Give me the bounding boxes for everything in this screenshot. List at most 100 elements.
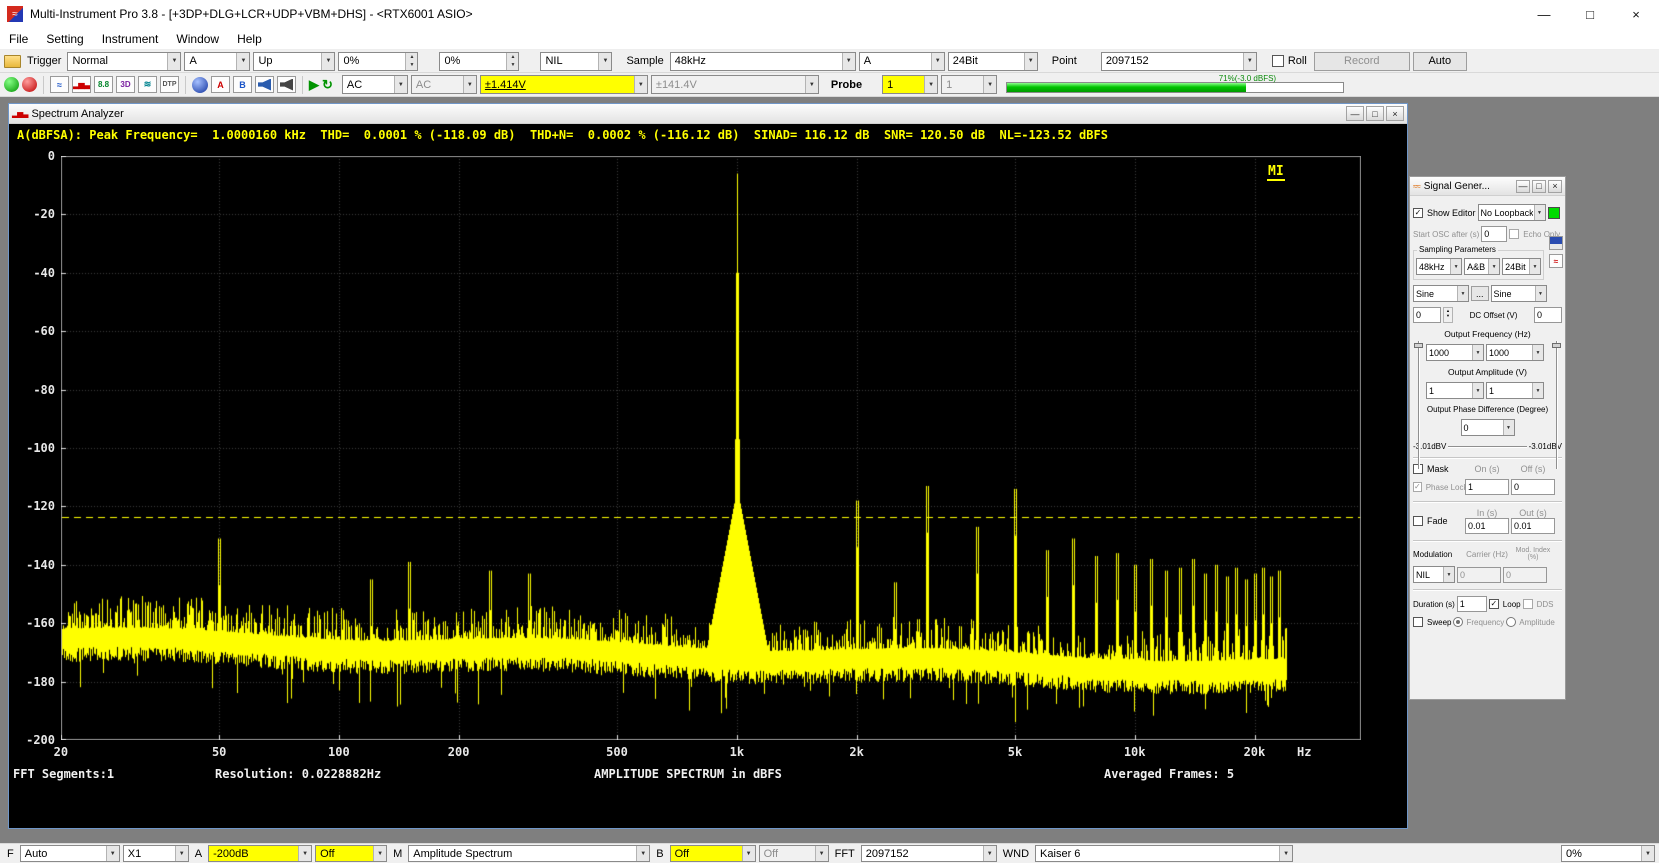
view-mode-select[interactable]: Amplitude Spectrum▼ [408, 845, 650, 862]
mask-on-input[interactable]: 1 [1465, 479, 1509, 495]
menu-instrument[interactable]: Instrument [93, 28, 168, 49]
waveform-a-select[interactable]: Sine▼ [1413, 285, 1469, 302]
dc-offset-spinner[interactable]: ▲▼ [1443, 307, 1453, 323]
menu-setting[interactable]: Setting [37, 28, 92, 49]
menu-help[interactable]: Help [228, 28, 271, 49]
minimize-icon[interactable]: — [1346, 106, 1364, 121]
duration-input[interactable]: 1 [1457, 596, 1487, 612]
data-logger-icon[interactable]: ≋ [138, 76, 157, 93]
phase-lock-checkbox[interactable]: ✓Phase Lock [1413, 482, 1463, 492]
b-mode-select[interactable]: Off▼ [759, 845, 829, 862]
sg-bits-select[interactable]: 24Bit▼ [1502, 258, 1541, 275]
overlap-select[interactable]: 0%▼ [1561, 845, 1655, 862]
spin-up-icon[interactable]: ▲ [406, 53, 417, 62]
loopback-select[interactable]: No Loopback▼ [1478, 204, 1546, 221]
minimize-icon[interactable]: — [1521, 0, 1567, 28]
close-icon[interactable]: × [1386, 106, 1404, 121]
spin-down-icon[interactable]: ▼ [406, 61, 417, 70]
start-osc-input[interactable]: 0 [1481, 226, 1507, 242]
oscilloscope-icon[interactable]: ≈ [50, 76, 69, 93]
probe-b-select[interactable]: 1▼ [941, 75, 997, 94]
trigger-mode-select[interactable]: Normal▼ [67, 52, 181, 71]
level-slider-a[interactable] [1414, 341, 1423, 469]
range-b-select[interactable]: ±141.4V▼ [651, 75, 819, 94]
stop-icon[interactable] [22, 77, 37, 92]
dc-offset-b-input[interactable]: 0 [1534, 307, 1562, 323]
play-icon[interactable]: ▶ [309, 77, 319, 93]
spin-down-icon[interactable]: ▼ [1444, 313, 1452, 318]
trigger-edge-select[interactable]: Up▼ [253, 52, 335, 71]
record-button[interactable]: Record [1314, 52, 1410, 71]
sweep-checkbox[interactable]: Sweep [1413, 617, 1451, 627]
waveform-b-select[interactable]: Sine▼ [1491, 285, 1547, 302]
loop-checkbox[interactable]: ✓Loop [1489, 599, 1521, 609]
maximize-icon[interactable]: □ [1366, 106, 1384, 121]
save-icon[interactable] [1549, 236, 1563, 250]
multimeter-icon[interactable]: 8.8 [94, 76, 113, 93]
a-mode-select[interactable]: Off▼ [315, 845, 387, 862]
phase-combo[interactable]: 0▼ [1461, 419, 1515, 436]
fade-in-input[interactable]: 0.01 [1465, 518, 1509, 534]
frequency-a-combo[interactable]: 1000▼ [1426, 344, 1484, 361]
maximize-icon[interactable]: □ [1532, 180, 1546, 193]
maximize-icon[interactable]: □ [1567, 0, 1613, 28]
coupling-a-select[interactable]: AC▼ [342, 75, 408, 94]
close-icon[interactable]: × [1613, 0, 1659, 28]
device-test-plan-icon[interactable]: DTP [160, 76, 179, 93]
bit-depth-select[interactable]: 24Bit▼ [948, 52, 1038, 71]
sample-channel-select[interactable]: A▼ [859, 52, 945, 71]
show-editor-checkbox[interactable]: ✓Show Editor [1413, 208, 1476, 218]
level-slider-b[interactable] [1552, 341, 1561, 469]
spin-up-icon[interactable]: ▲ [507, 53, 518, 62]
dc-offset-a-input[interactable]: 0 [1413, 307, 1441, 323]
spectrum-window-titlebar[interactable]: ▂▅▃ Spectrum Analyzer — □ × [9, 104, 1407, 124]
slider-thumb[interactable] [1414, 343, 1423, 348]
monitor-input-a-icon[interactable] [255, 76, 274, 93]
modulation-type-select[interactable]: NIL▼ [1413, 566, 1455, 583]
dds-checkbox[interactable]: DDS [1523, 599, 1554, 609]
generator-on-indicator[interactable] [1548, 207, 1560, 219]
a-range-select[interactable]: -200dB▼ [208, 845, 312, 862]
amplitude-b-combo[interactable]: 1▼ [1486, 382, 1544, 399]
open-file-icon[interactable] [4, 55, 21, 68]
sample-rate-select[interactable]: 48kHz▼ [670, 52, 856, 71]
spectrum-analyzer-icon[interactable]: ▂▅▃ [72, 76, 91, 93]
auto-restart-icon[interactable]: ↻ [322, 77, 333, 93]
fft-size-select[interactable]: 2097152▼ [861, 845, 997, 862]
mod-index-input[interactable]: 0 [1503, 567, 1547, 583]
menu-file[interactable]: File [0, 28, 37, 49]
slider-thumb[interactable] [1552, 343, 1561, 348]
fade-out-input[interactable]: 0.01 [1511, 518, 1555, 534]
frequency-b-combo[interactable]: 1000▼ [1486, 344, 1544, 361]
run-icon[interactable] [4, 77, 19, 92]
minimize-icon[interactable]: — [1516, 180, 1530, 193]
signal-generator-titlebar[interactable]: ≈≈ Signal Gener... — □ × [1410, 177, 1565, 196]
mask-off-input[interactable]: 0 [1511, 479, 1555, 495]
autoscale-b-icon[interactable]: B [233, 76, 252, 93]
more-waveforms-button[interactable]: ... [1471, 286, 1489, 301]
sweep-amplitude-radio[interactable]: Amplitude [1506, 617, 1555, 627]
sound-output-icon[interactable] [277, 76, 296, 93]
menu-window[interactable]: Window [167, 28, 228, 49]
carrier-input[interactable]: 0 [1457, 567, 1501, 583]
trigger-source-select[interactable]: A▼ [184, 52, 250, 71]
window-function-select[interactable]: Kaiser 6▼ [1035, 845, 1293, 862]
trigger-delay-spin[interactable]: 0%▲▼ [439, 52, 519, 71]
spectrum-canvas[interactable] [61, 156, 1361, 740]
trigger-hpf-select[interactable]: NIL▼ [540, 52, 612, 71]
spin-down-icon[interactable]: ▼ [507, 61, 518, 70]
spectrum-3d-plot-icon[interactable]: 3D [116, 76, 135, 93]
trigger-level-spin[interactable]: 0%▲▼ [338, 52, 418, 71]
point-count-select[interactable]: 2097152▼ [1101, 52, 1257, 71]
b-range-select[interactable]: Off▼ [670, 845, 756, 862]
range-a-select[interactable]: ±1.414V▼ [480, 75, 648, 94]
level-slider-horizontal[interactable] [1448, 446, 1526, 447]
probe-a-select[interactable]: 1▼ [882, 75, 938, 94]
fade-checkbox[interactable]: Fade [1413, 516, 1463, 526]
sg-channels-select[interactable]: A&B▼ [1464, 258, 1500, 275]
zoom-select[interactable]: X1▼ [123, 845, 189, 862]
close-icon[interactable]: × [1548, 180, 1562, 193]
frequency-axis-select[interactable]: Auto▼ [20, 845, 120, 862]
waveform-library-icon[interactable]: ≈ [1549, 254, 1563, 268]
amplitude-a-combo[interactable]: 1▼ [1426, 382, 1484, 399]
